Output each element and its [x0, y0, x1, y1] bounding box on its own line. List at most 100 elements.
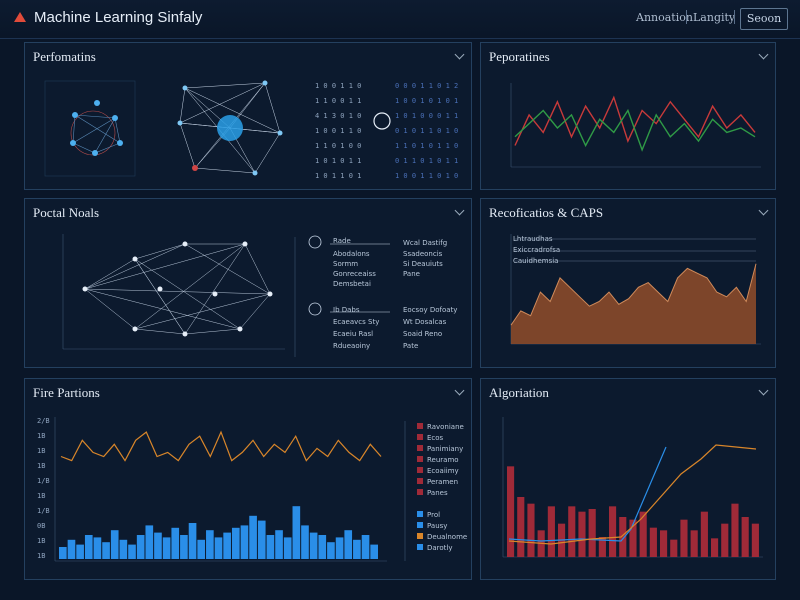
nav-divider — [686, 10, 687, 24]
network-visuals: 1 0 0 1 1 0 0 0 0 1 1 0 1 2 1 1 0 0 1 1 1 … — [44, 80, 458, 180]
y-tick-label: 0B — [37, 522, 45, 530]
fire-bar — [67, 539, 76, 559]
fire-bar — [206, 530, 214, 559]
fire-bar — [353, 539, 361, 559]
matrix-focus-icon — [373, 112, 391, 130]
fire-bar — [370, 544, 378, 559]
fire-bar — [309, 532, 318, 559]
fire-bar — [257, 520, 266, 559]
fire-bar — [266, 535, 275, 559]
small-network-nodes — [70, 100, 123, 156]
svg-text:0 0 0 1 1 0 1 2: 0 0 0 1 1 0 1 2 — [395, 82, 458, 90]
y-tick-label: 1B — [37, 552, 45, 560]
nav-langity[interactable]: Langity — [693, 11, 735, 24]
legend-text: Soaid Reno — [403, 330, 442, 338]
svg-text:1 1 0 1 0 0: 1 1 0 1 0 0 — [315, 142, 361, 150]
fire-bar — [84, 535, 93, 559]
legend-text: Pate — [403, 342, 418, 350]
algo-bar — [700, 511, 708, 557]
svg-text:1 1 0 0 1 1: 1 1 0 0 1 1 — [315, 97, 361, 105]
panel-performance-right: Peporatines — [480, 42, 776, 190]
panel-performance-left: Perfomatins 1 0 0 1 1 00 0 0 1 1 0 1 2 1… — [24, 42, 472, 190]
legend-swatch — [417, 467, 423, 473]
algo-bar — [517, 497, 525, 557]
fire-charts: 2/B 1B 1B 1B 1/B 1B 1/B 0B 1B 1B Ravoniane Ecos Pani… — [37, 417, 467, 562]
legend-entry: Ecoaiimy — [427, 467, 459, 475]
nav-divider — [734, 10, 735, 24]
neural-network-view: Rade Abodalons Sormm Gonreceaiss Demsbet… — [62, 234, 457, 357]
fire-bar — [327, 542, 335, 559]
algo-bar — [690, 530, 698, 557]
fire-bar — [110, 530, 119, 559]
legend-entry: Exiccradrofsa — [513, 246, 560, 254]
legend-entry: Reuramo — [427, 456, 459, 464]
panel-neural: Poctal Noals Rade Abodalons Sormm Gonrec… — [24, 198, 472, 368]
fire-bar — [76, 544, 84, 559]
legend-text: Ib Dabs — [333, 306, 360, 314]
svg-text:1 0 1 1 0 1: 1 0 1 1 0 1 — [315, 172, 361, 180]
search-button[interactable]: Seoon — [740, 8, 788, 30]
algo-bar — [731, 503, 739, 557]
fire-bar — [275, 530, 283, 559]
y-tick-label: 1/B — [37, 477, 50, 485]
legend-swatch — [417, 423, 423, 429]
legend-icon — [308, 302, 322, 316]
legend-icon — [308, 235, 322, 249]
legend-swatch — [417, 434, 423, 440]
algo-bar — [609, 506, 617, 557]
legend-entry: Darotly — [427, 544, 453, 552]
legend-text: Wt Dosalcas — [403, 318, 447, 326]
svg-text:1 0 1 0 0 0 1 1: 1 0 1 0 0 0 1 1 — [395, 112, 458, 120]
y-tick-label: 1B — [37, 537, 45, 545]
panel-fire: Fire Partions 2/B 1B 1B 1B 1/B 1B 1/B 0B 1B 1B Rav… — [24, 378, 472, 580]
algo-bar — [547, 506, 555, 557]
fire-bar — [318, 535, 327, 559]
fire-bar — [214, 537, 223, 559]
neural-edges — [84, 243, 271, 335]
fire-bar — [119, 539, 128, 559]
fire-bar — [128, 544, 136, 559]
algo-bar — [578, 511, 586, 557]
legend-entry: Deualnome — [427, 533, 467, 541]
algo-bar — [660, 530, 668, 557]
fire-bar — [223, 532, 231, 559]
legend-swatch — [417, 478, 423, 484]
series-line-0 — [514, 95, 756, 146]
network-node-red — [192, 165, 198, 171]
legend-entry: Ravoniane — [427, 423, 464, 431]
legend-swatch — [417, 489, 423, 495]
panel-rectification: Recoficatios & CAPS Lhtraudhas Exiccradro… — [480, 198, 776, 368]
legend-text: Eocsoy Dofoaty — [403, 306, 457, 314]
y-tick-label: 2/B — [37, 417, 50, 425]
fire-bar — [335, 537, 344, 559]
legend-entry: Lhtraudhas — [513, 235, 553, 243]
legend-entry: Ecos — [427, 434, 444, 442]
panel-algorithm: Algoriation — [480, 378, 776, 580]
svg-text:1 0 0 1 0 1 0 1: 1 0 0 1 0 1 0 1 — [395, 97, 458, 105]
fire-bar — [240, 525, 249, 559]
legend-swatch — [417, 511, 423, 517]
fire-bar — [93, 537, 102, 559]
legend-text: Wcal Dastifg — [403, 239, 447, 247]
algo-bar — [680, 519, 688, 557]
y-tick-label: 1/B — [37, 507, 50, 515]
algo-bar — [568, 506, 576, 557]
fire-bar — [154, 532, 162, 559]
top-bar: Machine Learning Sinfaly Annoation Langi… — [0, 0, 800, 39]
fire-bar — [145, 525, 154, 559]
digit-matrix: 1 0 0 1 1 0 0 0 0 1 1 0 1 2 1 1 0 0 1 1 1 … — [315, 82, 458, 180]
y-tick-label: 1B — [37, 432, 45, 440]
fire-bar — [162, 537, 171, 559]
algo-bar — [670, 539, 678, 557]
nav-annotation[interactable]: Annoation — [636, 11, 693, 24]
fire-bar — [361, 535, 370, 559]
algorithm-chart — [502, 417, 763, 558]
svg-text:1 0 0 1 1 0: 1 0 0 1 1 0 — [315, 82, 361, 90]
algo-bar — [751, 523, 759, 557]
fire-bar — [188, 523, 197, 559]
fire-bar — [344, 530, 353, 559]
fire-bar — [102, 542, 110, 559]
legend-text: Rdueaoiny — [333, 342, 370, 350]
svg-text:0 1 0 1 1 0 1 0: 0 1 0 1 1 0 1 0 — [395, 127, 458, 135]
y-tick-label: 1B — [37, 462, 45, 470]
